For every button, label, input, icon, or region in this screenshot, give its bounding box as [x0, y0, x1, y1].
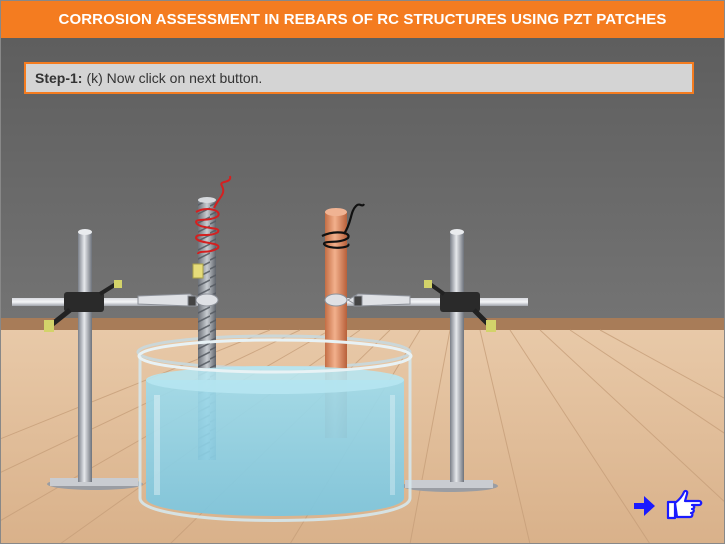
baseboard: [0, 318, 725, 330]
right-clamp: [324, 293, 411, 307]
left-clamp: [137, 293, 219, 307]
pointing-hand-icon[interactable]: [665, 488, 703, 522]
instruction-box: Step-1: (k) Now click on next button.: [24, 62, 694, 94]
simulation-window: CORROSION ASSESSMENT IN REBARS OF RC STR…: [0, 0, 725, 544]
right-arrow-icon[interactable]: [630, 492, 658, 520]
beaker-with-water: [137, 338, 413, 522]
page-title: CORROSION ASSESSMENT IN REBARS OF RC STR…: [0, 0, 725, 38]
instruction-text: (k) Now click on next button.: [86, 70, 263, 86]
step-label: Step-1:: [35, 70, 83, 86]
experiment-scene: [0, 38, 725, 544]
